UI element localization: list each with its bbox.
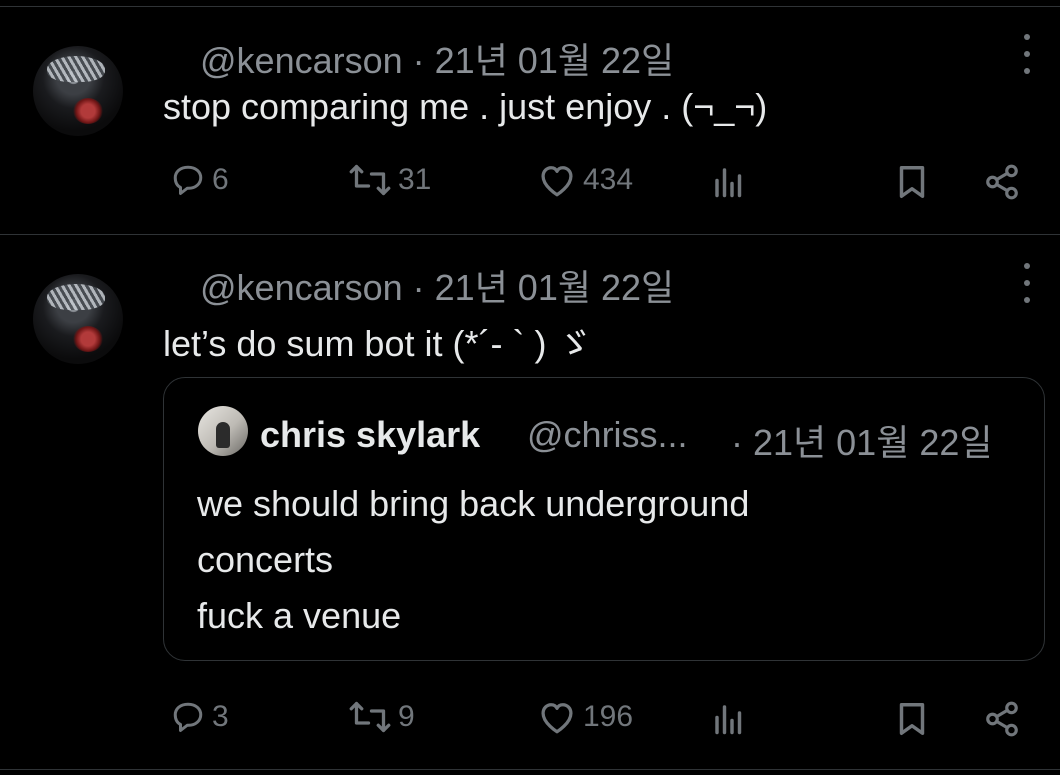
reply-icon <box>173 165 203 195</box>
quote-avatar <box>198 406 248 456</box>
share-button[interactable] <box>982 700 1022 738</box>
views-icon <box>715 168 742 198</box>
quote-text: we should bring back underground concert… <box>197 476 749 644</box>
like-button[interactable]: 196 <box>537 699 633 735</box>
avatar[interactable] <box>33 46 123 136</box>
quote-line: we should bring back underground <box>197 483 750 524</box>
tweet-date[interactable]: · 21년 01월 22일 <box>413 40 674 81</box>
reply-icon <box>173 702 203 732</box>
tweet-text: stop comparing me . just enjoy . (¬_¬) <box>163 86 768 127</box>
quote-line: fuck a venue <box>197 595 402 636</box>
tweet-date[interactable]: · 21년 01월 22일 <box>413 267 674 308</box>
reply-count: 6 <box>212 163 229 196</box>
bookmark-button[interactable] <box>894 163 930 201</box>
like-button[interactable]: 434 <box>537 162 633 198</box>
more-icon[interactable] <box>1020 263 1034 303</box>
bottom-divider <box>0 769 1060 770</box>
share-icon <box>986 164 1018 200</box>
repost-count: 31 <box>398 163 432 196</box>
repost-button[interactable]: 9 <box>348 699 415 735</box>
quoted-tweet[interactable]: chris skylark @chriss... · 21년 01월 22일 w… <box>163 377 1045 661</box>
more-icon[interactable] <box>1020 34 1034 74</box>
share-icon <box>986 701 1018 737</box>
tweet-meta: @kencarson · 21년 01월 22일 <box>200 32 674 84</box>
repost-icon <box>349 701 391 733</box>
heart-icon <box>541 703 573 734</box>
avatar[interactable] <box>33 274 123 364</box>
reply-button[interactable]: 6 <box>170 162 229 198</box>
tweet[interactable]: @kencarson · 21년 01월 22일 stop comparing … <box>0 0 1060 234</box>
tweet-text: let’s do sum bot it (*´- ` ) ゞ <box>163 323 593 364</box>
like-count: 196 <box>583 700 634 733</box>
views-icon <box>715 705 742 735</box>
tweet[interactable]: @kencarson · 21년 01월 22일 let’s do sum bo… <box>0 235 1060 775</box>
heart-icon <box>541 166 573 197</box>
repost-icon <box>349 164 391 196</box>
views-button[interactable] <box>711 701 747 737</box>
quote-date: · 21년 01월 22일 <box>731 422 993 463</box>
share-button[interactable] <box>982 163 1022 201</box>
repost-count: 9 <box>398 700 415 733</box>
quote-author-handle: @chriss... <box>527 414 688 455</box>
like-count: 434 <box>583 163 634 196</box>
quote-line: concerts <box>197 539 334 580</box>
author-handle[interactable]: @kencarson <box>200 40 403 81</box>
repost-button[interactable]: 31 <box>348 162 431 198</box>
views-button[interactable] <box>711 164 747 200</box>
tweet-meta: @kencarson · 21년 01월 22일 <box>200 259 674 311</box>
bookmark-button[interactable] <box>894 700 930 738</box>
reply-button[interactable]: 3 <box>170 699 229 735</box>
bookmark-icon <box>899 166 925 198</box>
bookmark-icon <box>899 703 925 735</box>
author-handle[interactable]: @kencarson <box>200 267 403 308</box>
quote-author-name: chris skylark <box>260 414 481 455</box>
reply-count: 3 <box>212 700 229 733</box>
